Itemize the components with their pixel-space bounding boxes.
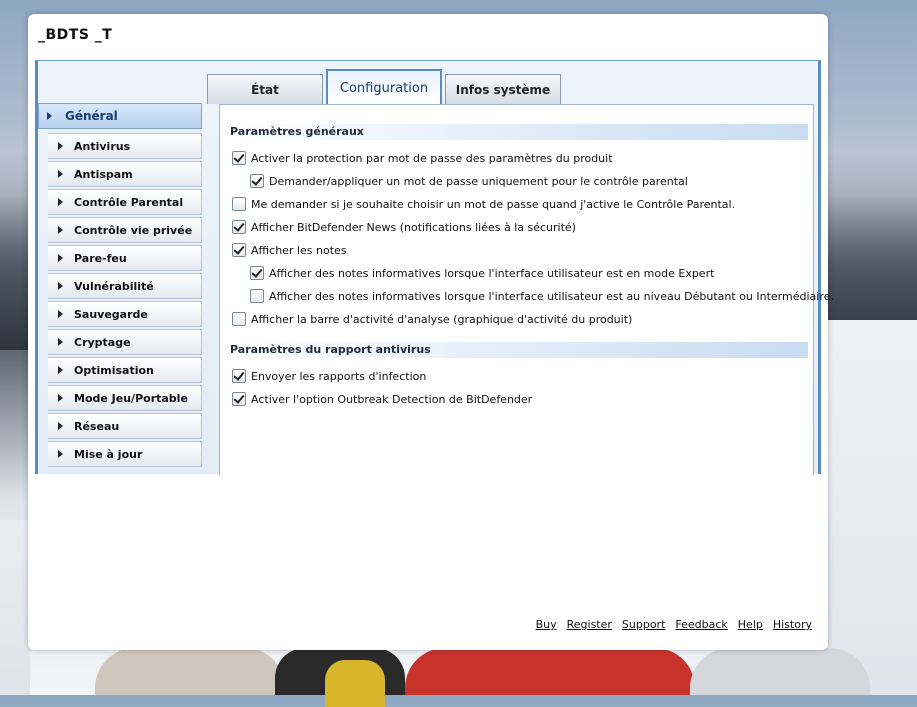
checkbox[interactable] [232,392,246,406]
link-register[interactable]: Register [567,618,612,631]
option-notes-expert[interactable]: Afficher des notes informatives lorsque … [250,266,714,280]
link-buy[interactable]: Buy [536,618,557,631]
tab-infos-systeme[interactable]: Infos système [445,74,561,104]
sidebar-item-controle-vie-privee[interactable]: Contrôle vie privée [48,217,202,243]
checkbox[interactable] [232,369,246,383]
tab-configuration[interactable]: Configuration [326,69,442,105]
option-ask-password-parental[interactable]: Me demander si je souhaite choisir un mo… [232,197,735,211]
link-history[interactable]: History [773,618,812,631]
option-parental-password-only[interactable]: Demander/appliquer un mot de passe uniqu… [250,174,688,188]
option-label: Afficher la barre d'activité d'analyse (… [251,312,633,326]
option-label: Demander/appliquer un mot de passe uniqu… [269,174,688,188]
sidebar-item-mode-jeu-portable[interactable]: Mode Jeu/Portable [48,385,202,411]
option-show-notes[interactable]: Afficher les notes [232,243,347,257]
background-person [325,660,385,707]
sidebar-item-label: Vulnérabilité [74,279,154,293]
chevron-right-icon [58,394,63,402]
sidebar-item-cryptage[interactable]: Cryptage [48,329,202,355]
sidebar-item-general[interactable]: Général [38,103,202,129]
background-snow [820,320,917,695]
sidebar-item-label: Pare-feu [74,251,127,265]
option-label: Afficher des notes informatives lorsque … [269,266,715,280]
sidebar-item-antivirus[interactable]: Antivirus [48,133,202,159]
sidebar-item-label: Optimisation [74,363,154,377]
option-activity-bar[interactable]: Afficher la barre d'activité d'analyse (… [232,312,632,326]
option-label: Me demander si je souhaite choisir un mo… [251,197,736,211]
option-password-protection[interactable]: Activer la protection par mot de passe d… [232,151,613,165]
checkbox[interactable] [250,174,264,188]
link-support[interactable]: Support [622,618,665,631]
checkbox[interactable] [232,312,246,326]
chevron-right-icon [58,310,63,318]
option-label: Activer la protection par mot de passe d… [251,151,613,165]
app-window: _BDTS _T État Configuration Infos systèm… [28,14,834,650]
checkbox[interactable] [232,151,246,165]
chevron-right-icon [58,170,63,178]
sidebar-item-label: Antivirus [74,139,131,153]
option-label: Activer l'option Outbreak Detection de B… [251,392,533,406]
chevron-right-icon [58,366,63,374]
sidebar-item-reseau[interactable]: Réseau [48,413,202,439]
sidebar-item-antispam[interactable]: Antispam [48,161,202,187]
chevron-right-icon [47,112,52,120]
option-label: Afficher les notes [251,243,347,257]
option-show-news[interactable]: Afficher BitDefender News (notifications… [232,220,576,234]
background-person [690,648,870,695]
link-feedback[interactable]: Feedback [675,618,727,631]
chevron-right-icon [58,142,63,150]
option-label: Afficher des notes informatives lorsque … [269,289,834,303]
sidebar-item-optimisation[interactable]: Optimisation [48,357,202,383]
sidebar-item-label: Contrôle vie privée [74,223,193,237]
link-help[interactable]: Help [738,618,763,631]
sidebar-item-label: Cryptage [74,335,131,349]
sidebar-item-sauvegarde[interactable]: Sauvegarde [48,301,202,327]
sidebar: Général Antivirus Antispam Contrôle Pare… [38,103,214,469]
option-label: Envoyer les rapports d'infection [251,369,427,383]
background-person [95,648,285,695]
sidebar-item-pare-feu[interactable]: Pare-feu [48,245,202,271]
chevron-right-icon [58,450,63,458]
section-title-report: Paramètres du rapport antivirus [228,342,808,358]
chevron-right-icon [58,422,63,430]
sidebar-item-label: Réseau [74,419,120,433]
sidebar-item-controle-parental[interactable]: Contrôle Parental [48,189,202,215]
option-label: Afficher BitDefender News (notifications… [251,220,576,234]
chevron-right-icon [58,338,63,346]
sidebar-item-label: Antispam [74,167,133,181]
option-notes-beginner[interactable]: Afficher des notes informatives lorsque … [250,289,834,303]
sidebar-item-label: Général [65,109,118,123]
sidebar-item-vulnerabilite[interactable]: Vulnérabilité [48,273,202,299]
background-snow-left [0,520,30,695]
checkbox[interactable] [232,220,246,234]
option-outbreak-detection[interactable]: Activer l'option Outbreak Detection de B… [232,392,532,406]
section-title-general: Paramètres généraux [228,124,808,140]
checkbox[interactable] [232,243,246,257]
sidebar-item-label: Mise à jour [74,447,143,461]
sidebar-item-label: Mode Jeu/Portable [74,391,188,405]
tab-etat[interactable]: État [207,74,323,104]
chevron-right-icon [58,226,63,234]
chevron-right-icon [58,198,63,206]
window-title: _BDTS _T [38,27,113,43]
sidebar-item-mise-a-jour[interactable]: Mise à jour [48,441,202,467]
sidebar-item-label: Sauvegarde [74,307,148,321]
sidebar-item-label: Contrôle Parental [74,195,184,209]
checkbox[interactable] [250,266,264,280]
background-person [405,648,695,695]
settings-panel: Paramètres généraux Activer la protectio… [219,104,834,475]
chevron-right-icon [58,282,63,290]
chevron-right-icon [58,254,63,262]
footer-links: Buy Register Support Feedback Help Histo… [536,618,812,631]
option-send-infection-reports[interactable]: Envoyer les rapports d'infection [232,369,426,383]
main-frame: État Configuration Infos système Général… [35,60,834,475]
checkbox[interactable] [250,289,264,303]
checkbox[interactable] [232,197,246,211]
